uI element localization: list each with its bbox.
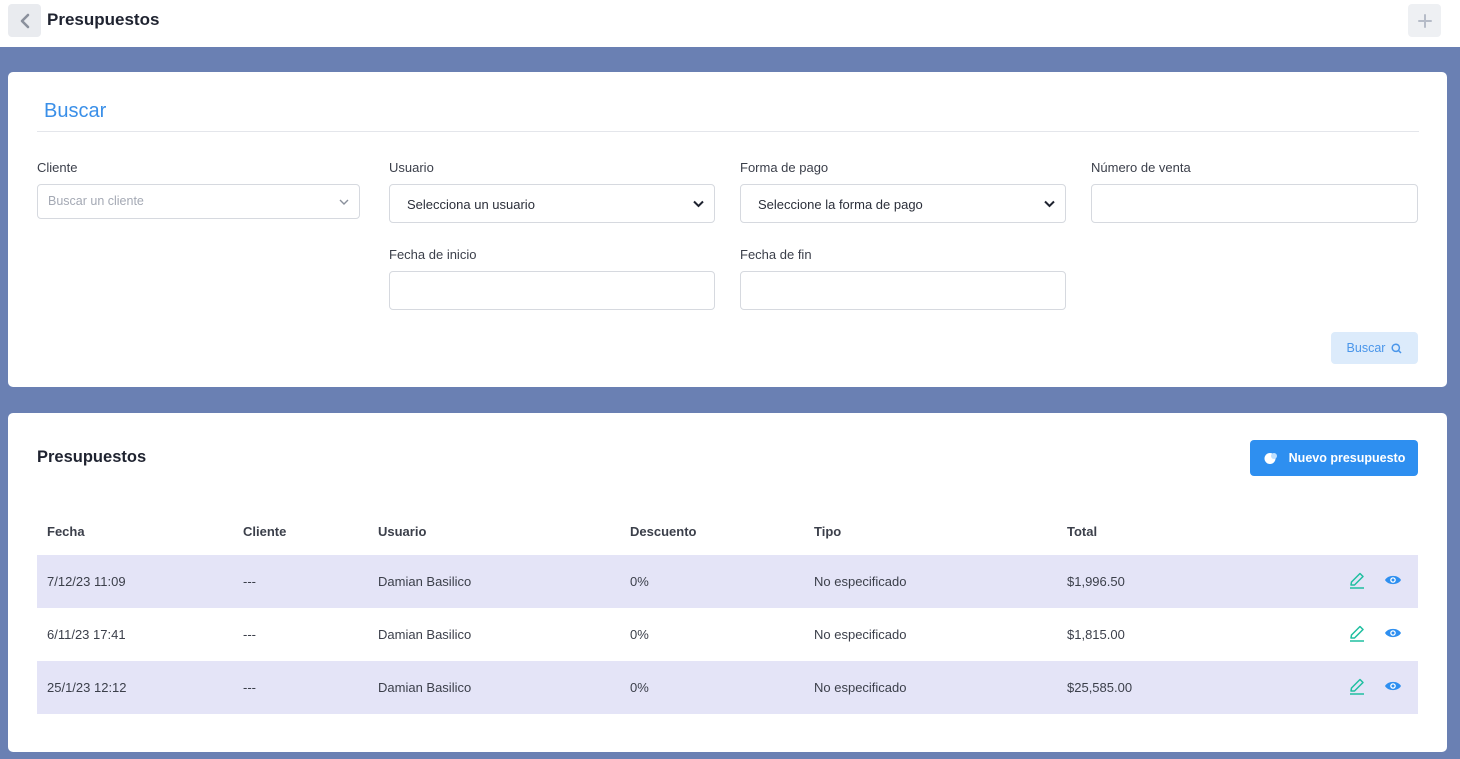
column-header-total: Total <box>1067 524 1098 539</box>
cell-tipo: No especificado <box>814 627 907 642</box>
cell-tipo: No especificado <box>814 680 907 695</box>
column-header-tipo: Tipo <box>814 524 842 539</box>
divider <box>37 131 1419 132</box>
new-budget-label: Nuevo presupuesto <box>1288 451 1406 465</box>
numero-venta-label: Número de venta <box>1091 160 1191 175</box>
chevron-left-icon <box>20 13 29 28</box>
budgets-table: Fecha Cliente Usuario Descuento Tipo Tot… <box>37 512 1418 714</box>
numero-venta-input[interactable] <box>1091 184 1418 223</box>
forma-pago-select[interactable]: Seleccione la forma de pago <box>740 184 1066 223</box>
view-icon[interactable] <box>1384 680 1402 692</box>
cell-cliente: --- <box>243 574 256 589</box>
table-row: 7/12/23 11:09 --- Damian Basilico 0% No … <box>37 555 1418 608</box>
back-button[interactable] <box>8 4 41 37</box>
table-row: 25/1/23 12:12 --- Damian Basilico 0% No … <box>37 661 1418 714</box>
list-title: Presupuestos <box>37 448 147 466</box>
toggle-icon <box>1264 453 1277 464</box>
usuario-select[interactable]: Selecciona un usuario <box>389 184 715 223</box>
column-header-fecha: Fecha <box>47 524 85 539</box>
view-icon[interactable] <box>1384 627 1402 639</box>
search-button-label: Buscar <box>1346 341 1386 355</box>
cell-usuario: Damian Basilico <box>378 627 472 642</box>
edit-icon[interactable] <box>1348 624 1366 642</box>
table-header: Fecha Cliente Usuario Descuento Tipo Tot… <box>37 512 1418 555</box>
edit-icon[interactable] <box>1348 571 1366 589</box>
cell-total: $1,996.50 <box>1067 574 1125 589</box>
add-button[interactable] <box>1408 4 1441 37</box>
cell-tipo: No especificado <box>814 574 907 589</box>
forma-pago-label: Forma de pago <box>740 160 829 175</box>
plus-icon <box>1417 13 1432 28</box>
cliente-label: Cliente <box>37 160 78 175</box>
cell-usuario: Damian Basilico <box>378 680 472 695</box>
cell-descuento: 0% <box>630 680 649 695</box>
cell-descuento: 0% <box>630 574 649 589</box>
cliente-select[interactable]: Buscar un cliente <box>37 184 360 219</box>
cell-usuario: Damian Basilico <box>378 574 472 589</box>
edit-icon[interactable] <box>1348 677 1366 695</box>
cell-descuento: 0% <box>630 627 649 642</box>
column-header-usuario: Usuario <box>378 524 427 539</box>
usuario-label: Usuario <box>389 160 434 175</box>
row-actions <box>1348 677 1402 695</box>
cliente-placeholder: Buscar un cliente <box>48 194 144 208</box>
new-budget-button[interactable]: Nuevo presupuesto <box>1250 440 1418 476</box>
column-header-cliente: Cliente <box>243 524 287 539</box>
fecha-fin-label: Fecha de fin <box>740 247 812 262</box>
fecha-fin-input[interactable] <box>740 271 1066 310</box>
cell-fecha: 25/1/23 12:12 <box>47 680 127 695</box>
row-actions <box>1348 571 1402 589</box>
cell-total: $1,815.00 <box>1067 627 1125 642</box>
search-title: Buscar <box>44 100 107 122</box>
top-bar: Presupuestos <box>0 0 1460 47</box>
cell-cliente: --- <box>243 627 256 642</box>
fecha-inicio-input[interactable] <box>389 271 715 310</box>
chevron-down-icon <box>693 200 704 207</box>
chevron-down-icon <box>339 199 349 205</box>
page-title: Presupuestos <box>47 10 160 29</box>
cell-total: $25,585.00 <box>1067 680 1133 695</box>
search-button[interactable]: Buscar <box>1331 332 1418 364</box>
column-header-descuento: Descuento <box>630 524 697 539</box>
forma-pago-select-value: Seleccione la forma de pago <box>758 197 923 212</box>
fecha-inicio-label: Fecha de inicio <box>389 247 477 262</box>
view-icon[interactable] <box>1384 574 1402 586</box>
cell-cliente: --- <box>243 680 256 695</box>
cell-fecha: 6/11/23 17:41 <box>47 627 126 642</box>
row-actions <box>1348 624 1402 642</box>
list-card: Presupuestos Nuevo presupuesto Fecha Cli… <box>8 413 1447 752</box>
search-card: Buscar Cliente Buscar un cliente Usuario… <box>8 72 1447 387</box>
search-icon <box>1391 342 1402 354</box>
table-row: 6/11/23 17:41 --- Damian Basilico 0% No … <box>37 608 1418 661</box>
chevron-down-icon <box>1044 200 1055 207</box>
cell-fecha: 7/12/23 11:09 <box>47 574 126 589</box>
usuario-select-value: Selecciona un usuario <box>407 197 535 212</box>
